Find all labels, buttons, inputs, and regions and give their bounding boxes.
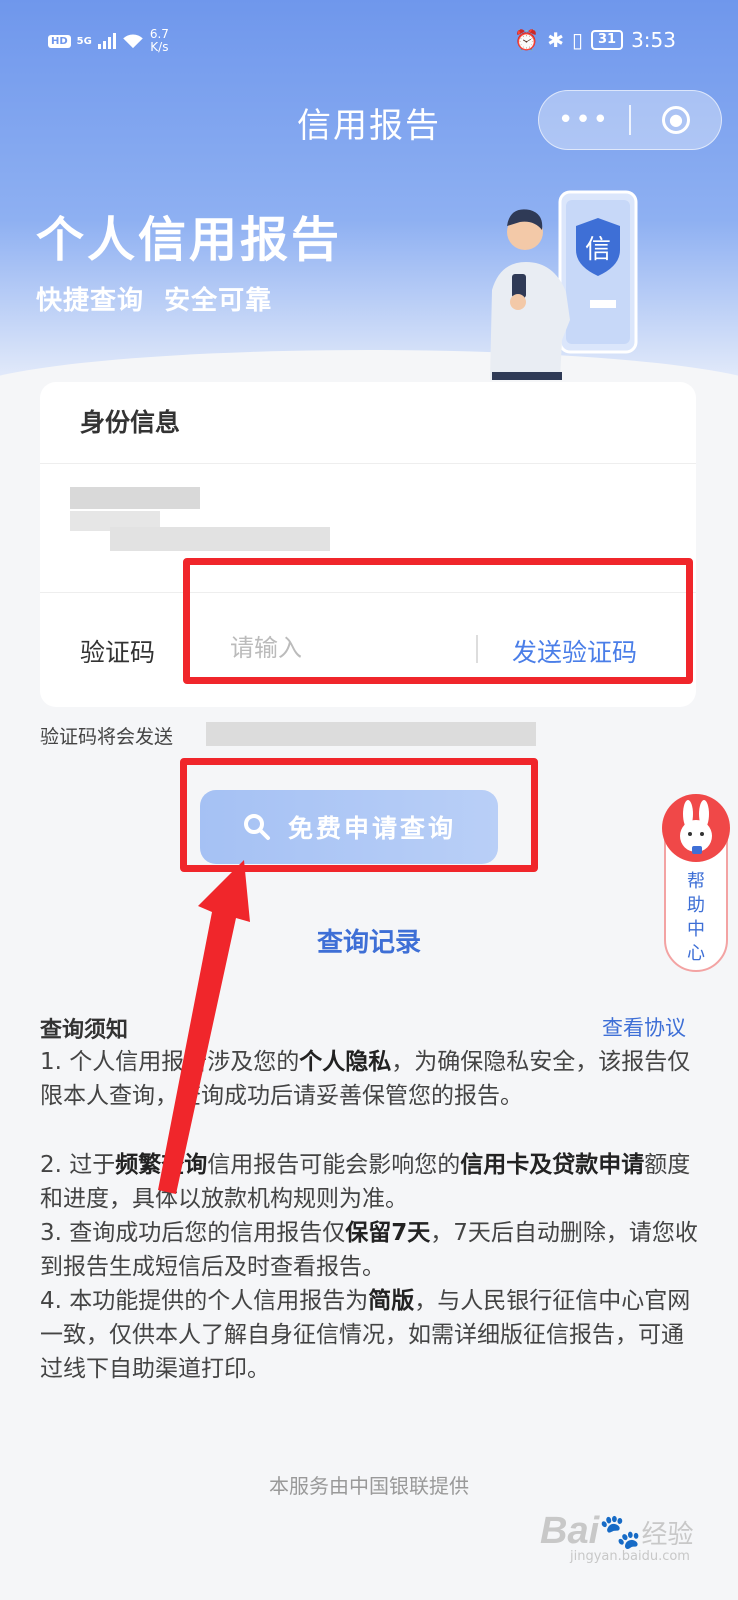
service-provider-footer: 本服务由中国银联提供	[269, 1474, 469, 1498]
shield-badge-icon: 信	[585, 235, 611, 265]
notice-title: 查询须知	[40, 1018, 129, 1043]
verification-note: 验证码将会发送	[40, 726, 174, 748]
signal-icon	[97, 33, 116, 49]
status-bar: HD 5G 6.7 K/s ⏰ ✱ ▯ 31 3:53	[0, 20, 738, 64]
close-circle-icon: ●	[662, 106, 690, 134]
rabbit-mascot-icon	[662, 794, 730, 862]
battery-indicator: 31	[590, 30, 624, 50]
baidu-jingyan-watermark: Bai🐾经验 jingyan.baidu.com	[540, 1510, 694, 1564]
view-agreement-link[interactable]: 查看协议	[602, 1012, 686, 1042]
wifi-icon	[123, 34, 143, 49]
notice-item: 4. 本功能提供的个人信用报告为简版，与人民银行征信中心官网一致，仅供本人了解自…	[40, 1288, 691, 1382]
hd-badge: HD	[48, 34, 71, 48]
help-center-label: 帮助中心	[687, 871, 705, 964]
identity-section-title: 身份信息	[40, 382, 696, 464]
network-5g-label: 5G	[76, 35, 92, 47]
mini-program-capsule: ••• ●	[538, 90, 722, 150]
verification-code-label: 验证码	[80, 638, 156, 667]
clock: 3:53	[631, 28, 676, 52]
masked-phone-number	[206, 722, 536, 746]
net-speed: 6.7 K/s	[149, 27, 169, 54]
annotation-box-code	[183, 558, 693, 684]
bluetooth-icon: ✱	[547, 28, 564, 52]
annotation-box-apply	[180, 758, 538, 872]
more-dots-icon[interactable]: •••	[539, 107, 629, 133]
help-center-button[interactable]: 帮助中心	[662, 794, 730, 972]
notice-item: 1. 个人信用报告涉及您的个人隐私，为确保隐私安全，该报告仅限本人查询，查询成功…	[40, 1049, 691, 1109]
notice-item: 2. 过于频繁查询信用报告可能会影响您的信用卡及贷款申请额度和进度，具体以放款机…	[40, 1152, 691, 1212]
vibrate-icon: ▯	[571, 28, 583, 52]
hero-title: 个人信用报告	[36, 212, 343, 268]
hero-subtitle: 快捷查询 安全可靠	[36, 286, 273, 316]
alarm-icon: ⏰	[514, 28, 540, 52]
notice-item: 3. 查询成功后您的信用报告仅保留7天，7天后自动删除，请您收到报告生成短信后及…	[40, 1220, 698, 1280]
close-button[interactable]: ●	[631, 106, 721, 134]
query-records-link[interactable]: 查询记录	[0, 922, 738, 959]
person-phone-illustration: 信	[490, 190, 638, 380]
